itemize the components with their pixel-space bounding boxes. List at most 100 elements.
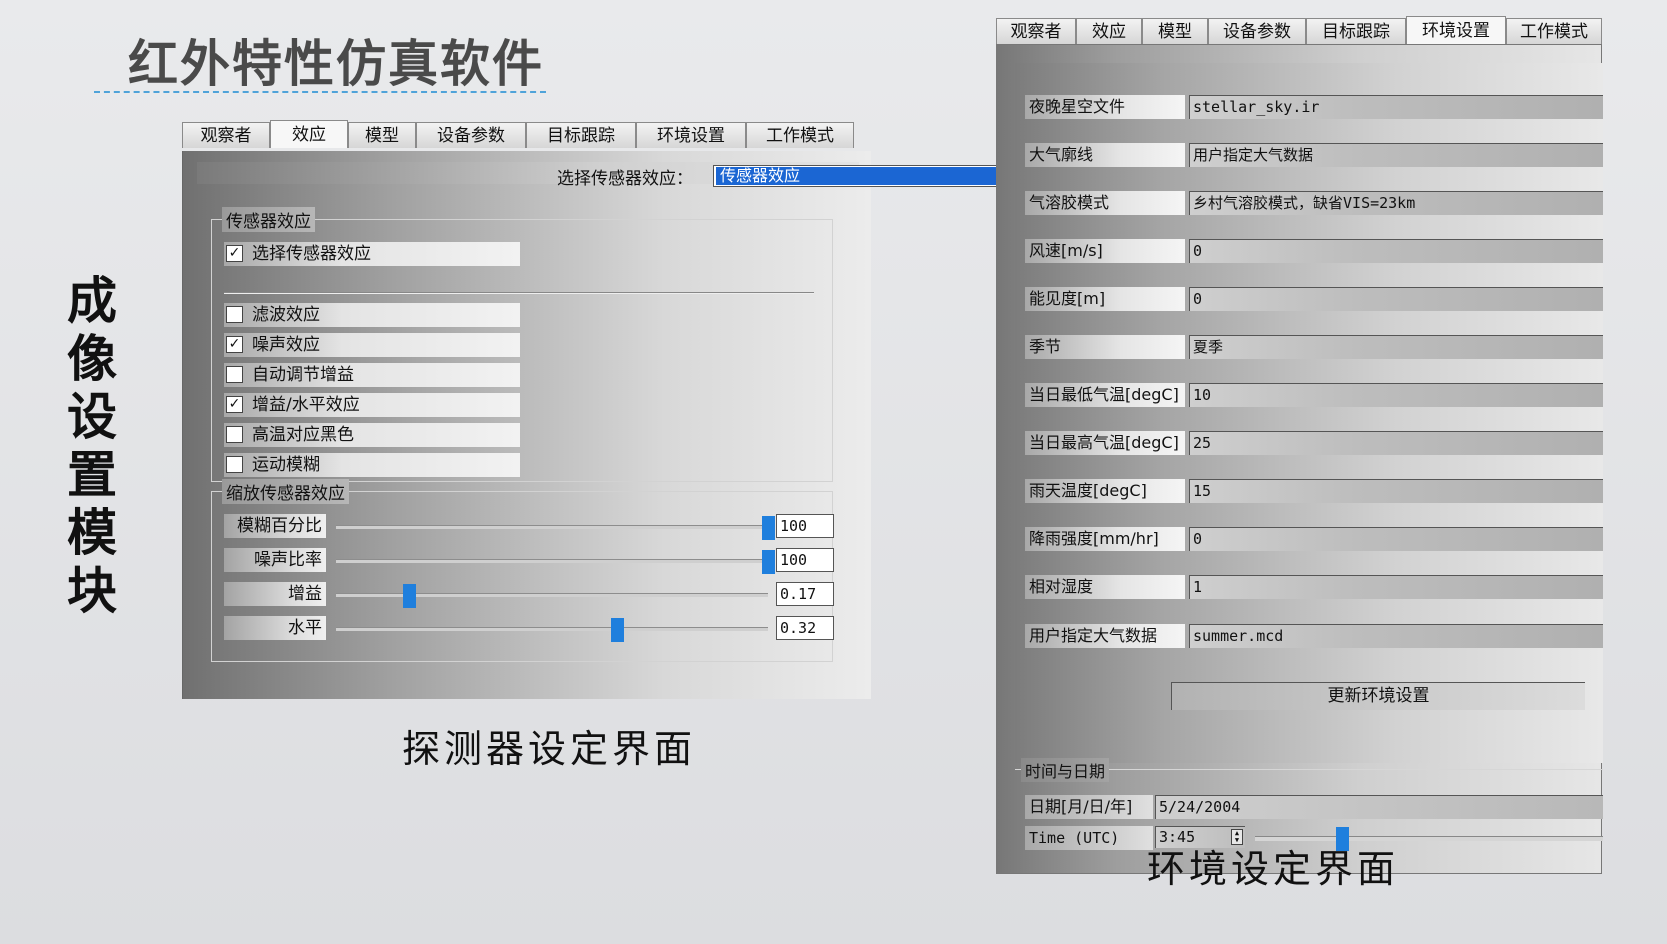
environment-panel: 夜晚星空文件 stellar_sky.ir 大气廓线 用户指定大气数据 气溶胶模…: [996, 44, 1603, 874]
env-field[interactable]: 夏季: [1189, 335, 1603, 359]
tab-device-params[interactable]: 设备参数: [416, 122, 526, 148]
checkbox[interactable]: [226, 456, 243, 473]
checkbox-label: 高温对应黑色: [252, 425, 354, 445]
env-field[interactable]: 25: [1189, 431, 1603, 455]
caption-detector: 探测器设定界面: [402, 727, 697, 771]
side-title-char: 模: [67, 503, 117, 562]
env-field[interactable]: 0: [1189, 239, 1603, 263]
checkbox[interactable]: [226, 366, 243, 383]
checkbox[interactable]: ✓: [226, 336, 243, 353]
env-label: 当日最高气温[degC]: [1025, 431, 1185, 455]
update-environment-button[interactable]: 更新环境设置: [1171, 682, 1585, 710]
env-row-max-temp: 当日最高气温[degC] 25: [1025, 431, 1603, 457]
env-field[interactable]: 10: [1189, 383, 1603, 407]
tab-model[interactable]: 模型: [348, 122, 416, 148]
checkbox-auto-gain[interactable]: 自动调节增益: [224, 363, 520, 387]
env-field[interactable]: 15: [1189, 479, 1603, 503]
checkbox-noise-effect[interactable]: ✓ 噪声效应: [224, 333, 520, 357]
tab-observer[interactable]: 观察者: [182, 122, 270, 148]
detector-panel: 选择传感器效应： 传感器效应 ▼ 传感器效应 ✓ 选择传感器效应 滤波效应 ✓ …: [182, 151, 1035, 699]
slider-label: 增益: [224, 582, 326, 606]
tab-target-tracking[interactable]: 目标跟踪: [1306, 18, 1406, 44]
value-field[interactable]: 100: [776, 548, 834, 572]
tab-environment[interactable]: 环境设置: [1406, 16, 1506, 44]
env-label: 用户指定大气数据: [1025, 624, 1185, 648]
sensor-effect-select[interactable]: 传感器效应 ▼: [713, 165, 1035, 187]
slider-track[interactable]: [336, 584, 768, 608]
checkbox-gain-level-effect[interactable]: ✓ 增益/水平效应: [224, 393, 520, 417]
slider-blur-percent: 模糊百分比 100: [224, 512, 834, 540]
environment-settings-area: 夜晚星空文件 stellar_sky.ir 大气廓线 用户指定大气数据 气溶胶模…: [1015, 63, 1603, 763]
tab-effects[interactable]: 效应: [270, 120, 348, 148]
date-field[interactable]: 5/24/2004: [1155, 795, 1603, 819]
checkbox[interactable]: ✓: [226, 396, 243, 413]
checkbox-motion-blur[interactable]: 运动模糊: [224, 453, 520, 477]
slider-gain: 增益 0.17: [224, 580, 834, 608]
tab-model[interactable]: 模型: [1142, 18, 1208, 44]
date-label: 日期[月/日/年]: [1025, 795, 1153, 819]
checkbox[interactable]: [226, 306, 243, 323]
slider-level: 水平 0.32: [224, 614, 834, 642]
sensor-effects-group: 传感器效应 ✓ 选择传感器效应 滤波效应 ✓ 噪声效应 自动调节增益 ✓ 增益/…: [211, 207, 833, 482]
env-label: 大气廓线: [1025, 143, 1185, 167]
env-row-user-atmosphere: 用户指定大气数据 summer.mcd: [1025, 624, 1603, 650]
env-label: 夜晚星空文件: [1025, 95, 1185, 119]
slider-thumb[interactable]: [762, 550, 775, 574]
value-field[interactable]: 100: [776, 514, 834, 538]
slider-thumb[interactable]: [762, 516, 775, 540]
env-row-atmosphere-profile: 大气廓线 用户指定大气数据: [1025, 143, 1603, 169]
tab-work-mode[interactable]: 工作模式: [746, 122, 854, 148]
slider-thumb[interactable]: [610, 618, 624, 642]
env-row-rain-intensity: 降雨强度[mm/hr] 0: [1025, 527, 1603, 553]
env-row-aerosol: 气溶胶模式 乡村气溶胶模式，缺省VIS=23km: [1025, 191, 1603, 217]
env-row-wind-speed: 风速[m/s] 0: [1025, 239, 1603, 265]
env-label: 降雨强度[mm/hr]: [1025, 527, 1185, 551]
checkbox-label: 噪声效应: [252, 335, 320, 355]
time-label: Time (UTC): [1025, 826, 1153, 850]
checkbox-select-sensor-effect[interactable]: ✓ 选择传感器效应: [224, 242, 520, 266]
tab-work-mode[interactable]: 工作模式: [1506, 18, 1602, 44]
slider-noise-ratio: 噪声比率 100: [224, 546, 834, 574]
checkbox[interactable]: ✓: [226, 245, 243, 262]
env-field[interactable]: summer.mcd: [1189, 624, 1603, 648]
side-title: 成 像 设 置 模 块: [62, 272, 122, 620]
slider-label: 模糊百分比: [224, 514, 326, 538]
slide-title: 红外特性仿真软件: [128, 35, 544, 93]
value-field[interactable]: 0.32: [776, 616, 834, 640]
checkbox-hot-black[interactable]: 高温对应黑色: [224, 423, 520, 447]
checkbox-label: 滤波效应: [252, 305, 320, 325]
env-field[interactable]: 0: [1189, 287, 1603, 311]
env-field[interactable]: 用户指定大气数据: [1189, 143, 1603, 167]
checkbox-label: 运动模糊: [252, 455, 320, 475]
caption-environment: 环境设定界面: [1147, 847, 1400, 891]
scale-effects-group-title: 缩放传感器效应: [222, 479, 349, 504]
env-field[interactable]: 0: [1189, 527, 1603, 551]
slider-thumb[interactable]: [403, 584, 417, 608]
env-label: 当日最低气温[degC]: [1025, 383, 1185, 407]
environment-tab-bar: 观察者 效应 模型 设备参数 目标跟踪 环境设置 工作模式: [996, 16, 1602, 44]
slider-track[interactable]: [336, 550, 775, 574]
tab-environment[interactable]: 环境设置: [636, 122, 746, 148]
tab-observer[interactable]: 观察者: [996, 18, 1076, 44]
sensor-effects-group-title: 传感器效应: [222, 207, 315, 232]
checkbox-label: 自动调节增益: [252, 365, 354, 385]
env-field[interactable]: 1: [1189, 575, 1603, 599]
env-label: 相对湿度: [1025, 575, 1185, 599]
group-divider: [224, 292, 814, 294]
slider-label: 水平: [224, 616, 326, 640]
env-field[interactable]: 乡村气溶胶模式，缺省VIS=23km: [1189, 191, 1603, 215]
checkbox-label: 选择传感器效应: [252, 244, 371, 264]
slider-track[interactable]: [336, 516, 775, 540]
checkbox[interactable]: [226, 426, 243, 443]
tab-device-params[interactable]: 设备参数: [1208, 18, 1306, 44]
env-row-rain-temp: 雨天温度[degC] 15: [1025, 479, 1603, 505]
title-underline: [94, 91, 546, 93]
value-field[interactable]: 0.17: [776, 582, 834, 606]
tab-target-tracking[interactable]: 目标跟踪: [526, 122, 636, 148]
env-row-min-temp: 当日最低气温[degC] 10: [1025, 383, 1603, 409]
checkbox-filter-effect[interactable]: 滤波效应: [224, 303, 520, 327]
scale-effects-group: 缩放传感器效应 模糊百分比 100 噪声比率 100 增益 0.17 水平 0.…: [211, 479, 834, 662]
slider-track[interactable]: [336, 618, 768, 642]
env-field[interactable]: stellar_sky.ir: [1189, 95, 1603, 119]
tab-effects[interactable]: 效应: [1076, 18, 1142, 44]
